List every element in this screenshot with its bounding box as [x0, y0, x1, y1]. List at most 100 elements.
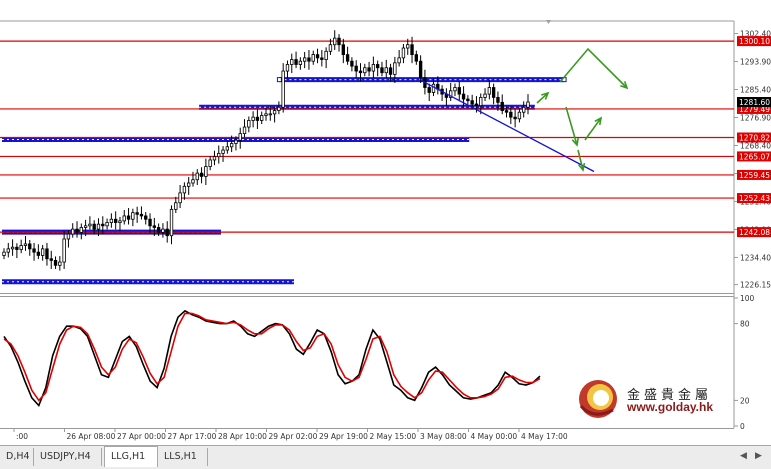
candle-body [285, 64, 290, 72]
candle-body [49, 258, 53, 261]
candle-body [268, 113, 272, 116]
candle-body [122, 215, 126, 222]
time-tick-label: 4 May 17:00 [521, 432, 568, 441]
candle-body [474, 103, 479, 107]
candle-body [113, 218, 118, 223]
candle-body [264, 113, 268, 116]
candle-body [229, 143, 234, 148]
logo-url-text: www.golday.hk [627, 400, 714, 414]
candle-body [66, 233, 71, 240]
price-tick-label: 1276.90 [740, 113, 771, 122]
candle-body [294, 59, 298, 65]
candle-body [504, 110, 509, 113]
candle-body [174, 202, 178, 210]
osc-tick-label: 0 [740, 422, 745, 431]
osc-tick-label: 80 [740, 320, 750, 329]
price-tick-label: 1293.90 [740, 58, 771, 67]
candle-body [40, 248, 45, 256]
candle-body [311, 54, 315, 62]
tab-usdjpy-h4[interactable]: USDJPY,H4 [34, 448, 102, 466]
candle-body [483, 93, 487, 98]
candle-body [45, 248, 49, 260]
candle-body [367, 67, 371, 72]
candle-body [388, 67, 393, 75]
candle-body [83, 225, 88, 228]
candle-body [101, 223, 105, 227]
candle-body [341, 44, 345, 55]
candle-body [19, 245, 23, 250]
time-tick-label: 28 Apr 10:00 [218, 432, 267, 441]
candle-body [36, 251, 41, 256]
candle-body [238, 133, 242, 141]
candle-body [156, 227, 161, 233]
candle-body [187, 182, 191, 187]
price-tick-label: 1285.40 [740, 86, 771, 95]
candle-body [199, 172, 204, 177]
tab-scroll-right-icon[interactable]: ▶ [752, 450, 765, 463]
candle-body [406, 44, 410, 49]
tab-llg-h1[interactable]: LLG,H1 [104, 446, 158, 467]
candle-body [148, 218, 152, 227]
candle-body [277, 106, 281, 111]
time-tick-label: 3 May 08:00 [420, 432, 467, 441]
candle-body [109, 218, 114, 223]
candle-body [375, 64, 380, 69]
time-tick-label: 2 May 15:00 [370, 432, 417, 441]
candle-body [212, 156, 217, 161]
candle-body [71, 228, 75, 235]
candle-body [500, 101, 504, 111]
brand-logo: 金盛貴金屬 www.golday.hk [575, 376, 715, 420]
candle-body [363, 67, 367, 74]
level-label: 1300.10 [739, 37, 770, 46]
candle-body [509, 111, 513, 118]
candle-body [10, 246, 15, 250]
current-price-label: 1281.60 [739, 98, 770, 107]
candle-body [242, 126, 247, 135]
candle-body [139, 213, 144, 217]
tab-d-h4[interactable]: D,H4 [0, 448, 34, 466]
candle-body [152, 225, 157, 228]
candle-body [350, 60, 354, 67]
candle-body [324, 50, 328, 60]
candle-body [418, 60, 423, 79]
candle-body [208, 159, 212, 167]
candle-body [260, 115, 264, 121]
candle-body [75, 228, 79, 233]
candle-body [126, 215, 131, 220]
candle-body [302, 57, 307, 62]
level-label: 1242.08 [739, 228, 770, 237]
candle-body [62, 238, 66, 263]
candle-body [281, 70, 285, 108]
candle-body [290, 59, 294, 65]
candle-body [333, 37, 337, 46]
price-tick-label: 1226.15 [740, 281, 771, 290]
candle-body [328, 44, 333, 52]
candle-body [358, 70, 363, 74]
chart-tab-bar: D,H4 USDJPY,H4 LLG,H1 LLS,H1 ◀ ▶ [0, 445, 771, 469]
osc-tick-label: 100 [740, 294, 755, 303]
candle-body [427, 87, 431, 93]
candle-body [393, 62, 397, 75]
osc-tick-label: 20 [740, 396, 750, 405]
candle-body [513, 116, 517, 120]
time-tick-label: 27 Apr 17:00 [168, 432, 217, 441]
candle-body [298, 60, 303, 65]
time-tick-label: 29 Apr 02:00 [269, 432, 318, 441]
candle-body [28, 243, 32, 250]
candle-body [53, 259, 58, 266]
tab-lls-h1[interactable]: LLS,H1 [158, 448, 208, 466]
candle-body [384, 67, 388, 74]
candle-body [225, 146, 230, 151]
candle-body [165, 228, 169, 237]
candle-body [526, 101, 530, 108]
candle-body [320, 57, 324, 60]
tab-scroll-left-icon[interactable]: ◀ [737, 450, 750, 463]
candle-body [88, 223, 92, 227]
candle-body [491, 87, 496, 98]
time-tick-label: :00 [16, 432, 28, 441]
level-label: 1259.45 [739, 171, 770, 180]
candle-body [255, 116, 260, 121]
candle-body [272, 110, 277, 115]
candle-body [487, 87, 492, 95]
candle-body [234, 139, 238, 144]
